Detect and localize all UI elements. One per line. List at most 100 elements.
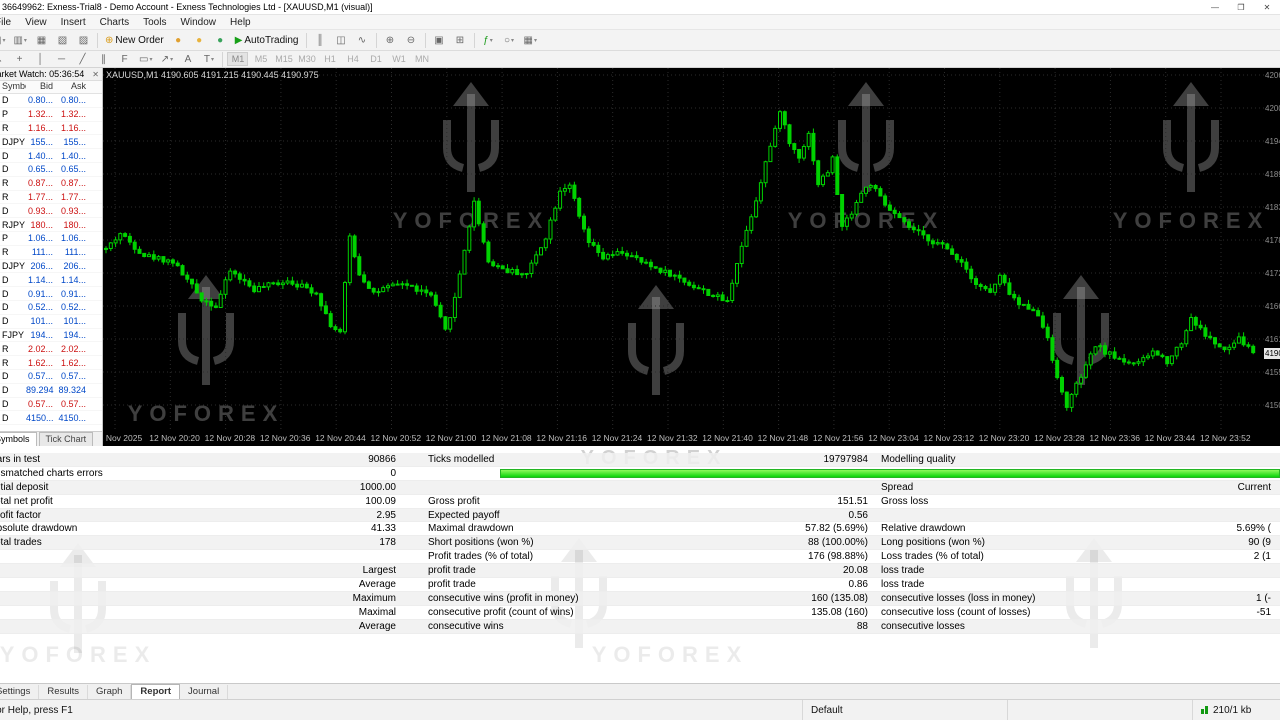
cursor-icon[interactable]: ↖: [0, 51, 8, 68]
bar-chart-icon[interactable]: ║: [311, 32, 330, 49]
symbol-column-header[interactable]: Symbol: [0, 81, 26, 93]
report-value: 88 (100.00%): [688, 537, 868, 548]
market-watch-row[interactable]: D101...101...: [0, 315, 102, 329]
timeframe-button-mn[interactable]: MN: [411, 52, 432, 66]
market-watch-row[interactable]: D1.40...1.40...: [0, 149, 102, 163]
market-watch-row[interactable]: R1.16...1.16...: [0, 122, 102, 136]
symbol-name: R: [0, 358, 26, 368]
market-watch-icon[interactable]: ▦: [32, 32, 51, 49]
market-watch-row[interactable]: D0.91...0.91...: [0, 287, 102, 301]
close-button[interactable]: ✕: [1254, 0, 1280, 15]
ask-price: 101...: [55, 316, 88, 326]
bid-column-header[interactable]: Bid: [26, 81, 55, 93]
status-bar: For Help, press F1 Default 210/1 kb: [0, 699, 1280, 720]
trendline-icon[interactable]: ╱: [73, 51, 92, 68]
text-icon[interactable]: A: [178, 51, 197, 68]
market-watch-row[interactable]: P1.06...1.06...: [0, 232, 102, 246]
market-watch-row[interactable]: P1.32...1.32...: [0, 108, 102, 122]
ask-price: 0.80...: [55, 95, 88, 105]
arrows-icon[interactable]: ↗▾: [157, 51, 176, 68]
menu-item-file[interactable]: File: [0, 17, 18, 28]
tester-tab-settings[interactable]: Settings: [0, 685, 39, 699]
navigator-icon[interactable]: ▧: [53, 32, 72, 49]
timeframe-button-m1[interactable]: M1: [227, 52, 248, 66]
timeframe-button-w1[interactable]: W1: [388, 52, 409, 66]
timeframe-button-m5[interactable]: M5: [250, 52, 271, 66]
tester-tab-journal[interactable]: Journal: [180, 685, 228, 699]
market-watch-row[interactable]: R1.62...1.62...: [0, 356, 102, 370]
market-watch-row[interactable]: R2.02...2.02...: [0, 342, 102, 356]
tile-windows-icon[interactable]: ▣: [430, 32, 449, 49]
market-watch-row[interactable]: DJPY206...206...: [0, 260, 102, 274]
templates-icon[interactable]: ▦▾: [521, 32, 540, 49]
new-chart-icon[interactable]: ▤▾: [0, 32, 8, 49]
bonus-coin-icon[interactable]: ●: [190, 32, 209, 49]
report-label: Short positions (won %): [428, 537, 688, 548]
tab-tick-chart[interactable]: Tick Chart: [39, 432, 94, 446]
timeframe-button-h1[interactable]: H1: [319, 52, 340, 66]
maximize-button[interactable]: ❐: [1228, 0, 1254, 15]
chart-window[interactable]: XAUUSD,M1 4190.605 4191.215 4190.445 419…: [103, 68, 1280, 446]
bid-price: 0.93...: [26, 206, 55, 216]
ask-column-header[interactable]: Ask: [55, 81, 88, 93]
report-value: 1000.00: [236, 482, 396, 493]
tester-tab-graph[interactable]: Graph: [88, 685, 131, 699]
new-order-button[interactable]: ⊕New Order: [102, 32, 167, 49]
market-watch-row[interactable]: R1.77...1.77...: [0, 191, 102, 205]
periods-icon[interactable]: ○▾: [500, 32, 519, 49]
channel-icon[interactable]: ∥: [94, 51, 113, 68]
close-icon[interactable]: ✕: [92, 70, 99, 79]
market-watch-row[interactable]: D0.65...0.65...: [0, 163, 102, 177]
autotrading-button[interactable]: ▶AutoTrading: [232, 32, 302, 49]
tab-symbols[interactable]: Symbols: [0, 432, 37, 446]
line-chart-icon[interactable]: ∿: [353, 32, 372, 49]
crosshair-icon[interactable]: +: [10, 51, 29, 68]
text-label-icon[interactable]: T▾: [199, 51, 218, 68]
market-watch-row[interactable]: R0.87...0.87...: [0, 177, 102, 191]
market-watch-row[interactable]: RJPY180...180...: [0, 218, 102, 232]
zoom-in-icon[interactable]: ⊕: [381, 32, 400, 49]
market-watch-row[interactable]: D0.57...0.57...: [0, 398, 102, 412]
market-watch-row[interactable]: R111...111...: [0, 246, 102, 260]
market-watch-row[interactable]: FJPY194...194...: [0, 329, 102, 343]
x-axis-label: 12 Nov 21:24: [592, 433, 643, 443]
candlestick-chart[interactable]: [103, 68, 1264, 430]
auto-arrange-icon[interactable]: ⊞: [451, 32, 470, 49]
market-watch-row[interactable]: D89.29489.324: [0, 384, 102, 398]
market-watch-row[interactable]: DJPY155...155...: [0, 135, 102, 149]
menu-item-charts[interactable]: Charts: [93, 17, 136, 28]
tester-tab-results[interactable]: Results: [39, 685, 88, 699]
shapes-icon[interactable]: ▭▾: [136, 51, 155, 68]
zoom-out-icon[interactable]: ⊖: [402, 32, 421, 49]
indicators-icon[interactable]: ƒ▾: [479, 32, 498, 49]
fibonacci-icon[interactable]: F: [115, 51, 134, 68]
market-watch-row[interactable]: D0.57...0.57...: [0, 370, 102, 384]
timeframe-button-m30[interactable]: M30: [296, 52, 317, 66]
horizontal-line-icon[interactable]: ─: [52, 51, 71, 68]
market-watch-row[interactable]: D0.93...0.93...: [0, 204, 102, 218]
market-watch-row[interactable]: D4150...4150...: [0, 411, 102, 425]
menu-item-window[interactable]: Window: [173, 17, 223, 28]
market-watch-row[interactable]: D0.80...0.80...: [0, 94, 102, 108]
menu-item-insert[interactable]: Insert: [54, 17, 93, 28]
ask-price: 1.14...: [55, 275, 88, 285]
timeframe-button-d1[interactable]: D1: [365, 52, 386, 66]
terminal-icon[interactable]: ▨: [74, 32, 93, 49]
market-watch-row[interactable]: D1.14...1.14...: [0, 273, 102, 287]
vertical-line-icon[interactable]: │: [31, 51, 50, 68]
profiles-icon[interactable]: ▥▾: [10, 32, 29, 49]
timeframe-button-m15[interactable]: M15: [273, 52, 294, 66]
menu-item-help[interactable]: Help: [223, 17, 258, 28]
market-watch-row[interactable]: D0.52...0.52...: [0, 301, 102, 315]
timeframe-button-h4[interactable]: H4: [342, 52, 363, 66]
ask-price: 0.91...: [55, 289, 88, 299]
menu-item-tools[interactable]: Tools: [136, 17, 173, 28]
menu-item-view[interactable]: View: [18, 17, 54, 28]
chart-price-axis[interactable]: 4190.97 4206.04200.44194.84189.24183.641…: [1264, 68, 1280, 430]
web-terminal-icon[interactable]: ●: [211, 32, 230, 49]
tester-tab-report[interactable]: Report: [131, 684, 180, 699]
deposit-coin-icon[interactable]: ●: [169, 32, 188, 49]
candlestick-chart-icon[interactable]: ◫: [332, 32, 351, 49]
minimize-button[interactable]: —: [1202, 0, 1228, 15]
report-label: Absolute drawdown: [0, 523, 236, 534]
